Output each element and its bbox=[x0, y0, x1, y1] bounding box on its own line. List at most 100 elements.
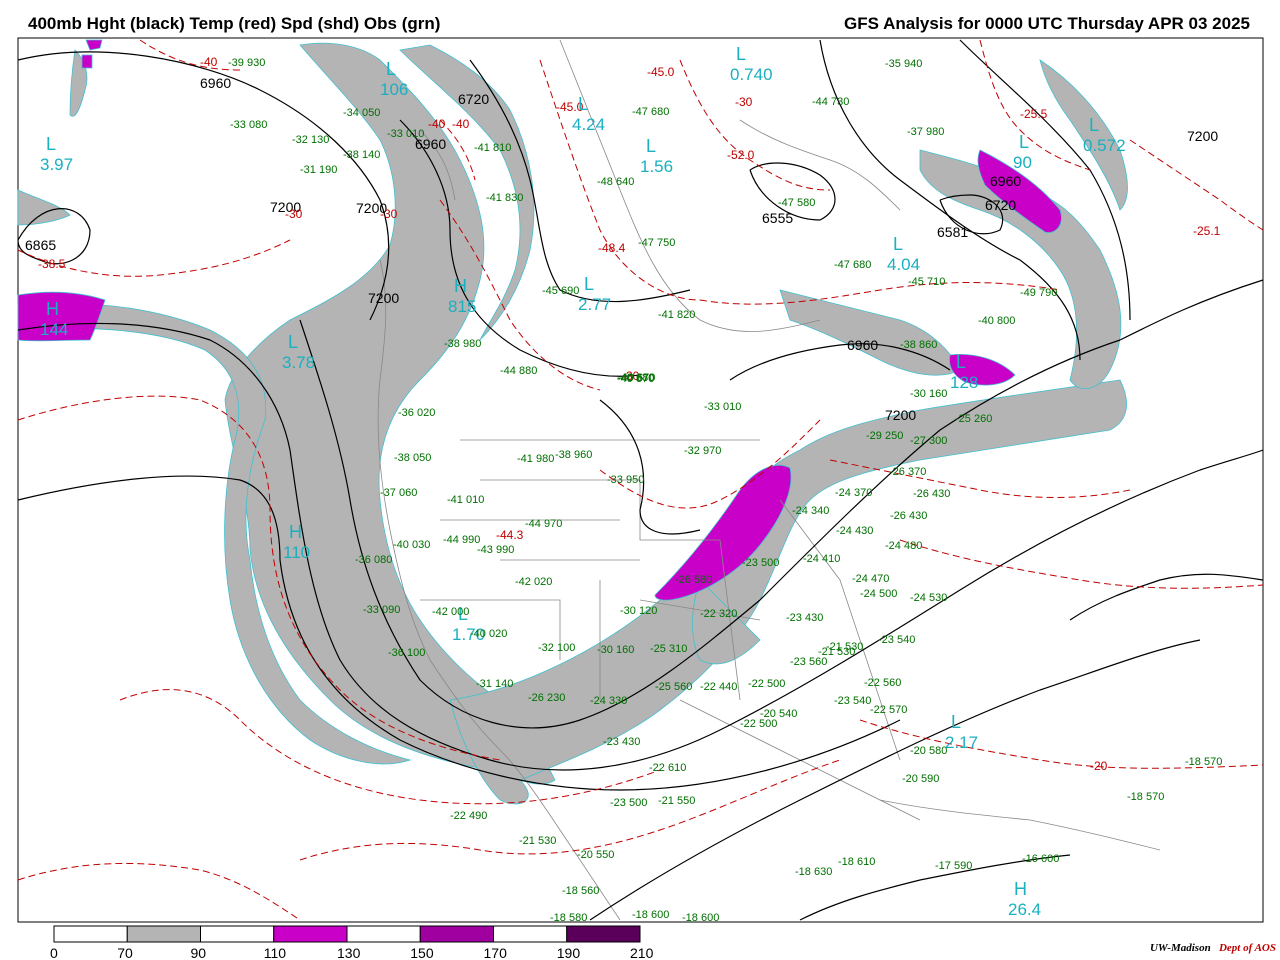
center-letter: L bbox=[1019, 132, 1029, 152]
obs-label: -21 530 bbox=[826, 641, 863, 653]
temp-label: -30 bbox=[285, 207, 303, 221]
obs-label: -37 980 bbox=[907, 126, 944, 138]
legend-swatch bbox=[126, 925, 201, 943]
obs-label: -43 990 bbox=[477, 544, 514, 556]
obs-label: -42 000 bbox=[432, 606, 469, 618]
obs-label: -36 020 bbox=[398, 407, 435, 419]
center-value: 0.572 bbox=[1083, 136, 1126, 155]
height-label: 6960 bbox=[847, 337, 878, 353]
obs-label: -47 680 bbox=[632, 106, 669, 118]
obs-label: -39 930 bbox=[228, 57, 265, 69]
center-value: 106 bbox=[380, 80, 408, 99]
center-value: 3.97 bbox=[40, 155, 73, 174]
obs-label: -22 570 bbox=[870, 704, 907, 716]
center-value: 128 bbox=[950, 373, 978, 392]
credit-label: UW-Madison Dept of AOS bbox=[1150, 942, 1276, 954]
height-label: 7200 bbox=[368, 290, 399, 306]
temp-label: -40 bbox=[452, 117, 470, 131]
obs-label: -23 500 bbox=[742, 557, 779, 569]
obs-label: -33 010 bbox=[704, 401, 741, 413]
temp-label: -40 bbox=[428, 117, 446, 131]
obs-label: -40 020 bbox=[470, 628, 507, 640]
weather-map: 6960 6720 6960 7200 7200 6865 7200 6555 6581 6960… bbox=[17, 37, 1264, 960]
obs-label: -26 580 bbox=[675, 574, 712, 586]
obs-label: -20 590 bbox=[902, 773, 939, 785]
center-letter: L bbox=[736, 44, 746, 64]
obs-label: -23 430 bbox=[603, 736, 640, 748]
obs-label: -22 440 bbox=[700, 681, 737, 693]
obs-label: -37 060 bbox=[380, 487, 417, 499]
obs-label: -38 860 bbox=[900, 339, 937, 351]
obs-label: -41 010 bbox=[447, 494, 484, 506]
center-letter: H bbox=[289, 522, 302, 542]
obs-label: -31 140 bbox=[476, 678, 513, 690]
obs-label: -24 530 bbox=[910, 592, 947, 604]
center-value: 4.04 bbox=[887, 255, 920, 274]
legend-tick: 130 bbox=[337, 945, 361, 960]
obs-label: -26 370 bbox=[889, 466, 926, 478]
obs-label: -41 830 bbox=[486, 192, 523, 204]
obs-label: -18 570 bbox=[1185, 756, 1222, 768]
credit-org: UW-Madison bbox=[1149, 942, 1211, 954]
obs-label: -47 750 bbox=[638, 237, 675, 249]
obs-label: -40 030 bbox=[393, 539, 430, 551]
legend-tick: 110 bbox=[264, 945, 287, 960]
temp-label: -20 bbox=[1090, 759, 1108, 773]
obs-label: -24 340 bbox=[792, 505, 829, 517]
legend-tick: 70 bbox=[117, 945, 133, 960]
obs-label: -18 580 bbox=[550, 912, 587, 924]
obs-label: -38 050 bbox=[394, 452, 431, 464]
center-value: 90 bbox=[1013, 153, 1032, 172]
obs-label: -22 500 bbox=[748, 678, 785, 690]
legend-tick: 190 bbox=[557, 945, 581, 960]
obs-label: -47 580 bbox=[778, 197, 815, 209]
obs-label: -24 430 bbox=[836, 525, 873, 537]
obs-label: -29 250 bbox=[866, 430, 903, 442]
center-value: 110 bbox=[283, 543, 310, 562]
obs-label: -20 540 bbox=[760, 708, 797, 720]
temp-label: -40 bbox=[200, 55, 218, 69]
obs-label: -32 970 bbox=[684, 445, 721, 457]
center-letter: H bbox=[1014, 879, 1027, 899]
obs-label: -30 160 bbox=[910, 388, 947, 400]
legend-swatch bbox=[493, 925, 568, 943]
center-value: 3.78 bbox=[282, 353, 315, 372]
obs-label: -33 950 bbox=[607, 474, 644, 486]
center-letter: L bbox=[46, 134, 56, 154]
obs-label: -38 140 bbox=[343, 149, 380, 161]
obs-label: -26 430 bbox=[890, 510, 927, 522]
height-label: 6960 bbox=[990, 173, 1021, 189]
temp-label: -30 bbox=[380, 207, 398, 221]
temp-label: -52.0 bbox=[727, 148, 755, 162]
obs-label: -35 940 bbox=[885, 58, 922, 70]
center-letter: L bbox=[578, 94, 588, 114]
height-label: 6581 bbox=[937, 224, 968, 240]
obs-label: -21 550 bbox=[658, 795, 695, 807]
height-label: 6720 bbox=[985, 197, 1016, 213]
credit-dept: Dept of AOS bbox=[1218, 942, 1276, 954]
obs-label: -34 050 bbox=[343, 107, 380, 119]
obs-label: -44 880 bbox=[500, 365, 537, 377]
obs-label: -44 970 bbox=[525, 518, 562, 530]
height-label: 6555 bbox=[762, 210, 793, 226]
obs-label: -32 130 bbox=[292, 134, 329, 146]
height-label: 6865 bbox=[25, 237, 56, 253]
obs-label: -18 600 bbox=[682, 912, 719, 924]
legend-swatch bbox=[53, 925, 128, 943]
obs-label: -26 430 bbox=[913, 488, 950, 500]
map-title: 400mb Hght (black) Temp (red) Spd (shd) … bbox=[28, 14, 441, 33]
speed-legend: 0 70 90 110 130 150 170 190 210 bbox=[50, 925, 654, 960]
obs-label: -17 590 bbox=[935, 860, 972, 872]
obs-label: -42 020 bbox=[515, 576, 552, 588]
obs-label: -41 820 bbox=[658, 309, 695, 321]
center-value: 0.740 bbox=[730, 65, 773, 84]
obs-label: -24 330 bbox=[590, 695, 627, 707]
obs-label: -38 960 bbox=[555, 449, 592, 461]
center-letter: L bbox=[951, 712, 961, 732]
legend-swatch bbox=[200, 925, 275, 943]
obs-label: -18 610 bbox=[838, 856, 875, 868]
obs-label: -21 530 bbox=[519, 835, 556, 847]
obs-label: -22 490 bbox=[450, 810, 487, 822]
temp-label: -44.3 bbox=[496, 528, 524, 542]
obs-label: -18 560 bbox=[562, 885, 599, 897]
